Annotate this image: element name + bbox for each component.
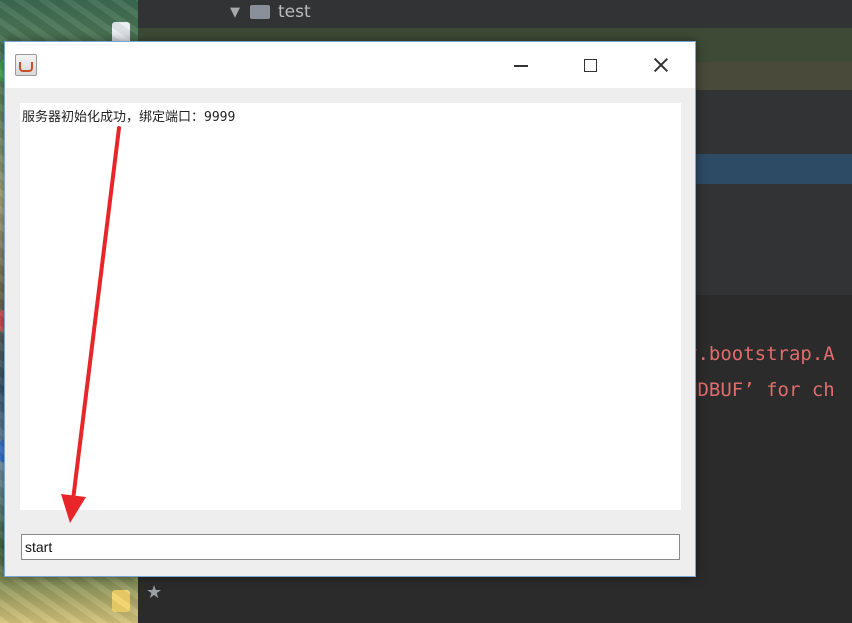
desktop: ▼ test y.bootstrap.A NDBUF’ for ch ★ 服务器…: [0, 0, 852, 623]
folder-icon: [250, 5, 270, 19]
star-icon[interactable]: ★: [146, 582, 162, 603]
expand-triangle-icon[interactable]: ▼: [230, 5, 240, 20]
tree-item-label: test: [278, 2, 311, 22]
minimize-button[interactable]: [498, 42, 544, 88]
command-input[interactable]: start: [21, 534, 680, 560]
console-line: y.bootstrap.A: [686, 343, 835, 365]
tree-item-test[interactable]: ▼ test: [230, 0, 311, 24]
close-button[interactable]: [638, 42, 684, 88]
close-icon: [653, 57, 669, 73]
maximize-button[interactable]: [567, 42, 613, 88]
minimize-icon: [514, 65, 528, 67]
log-text-area[interactable]: 服务器初始化成功，绑定端口：9999: [20, 103, 681, 510]
console-line: NDBUF’ for ch: [686, 379, 835, 401]
java-cup-icon[interactable]: [15, 54, 37, 76]
window-titlebar[interactable]: [5, 42, 695, 88]
maximize-icon: [583, 58, 597, 72]
desktop-shortcut-icon[interactable]: [112, 590, 130, 612]
java-server-window: 服务器初始化成功，绑定端口：9999 start: [4, 41, 696, 577]
